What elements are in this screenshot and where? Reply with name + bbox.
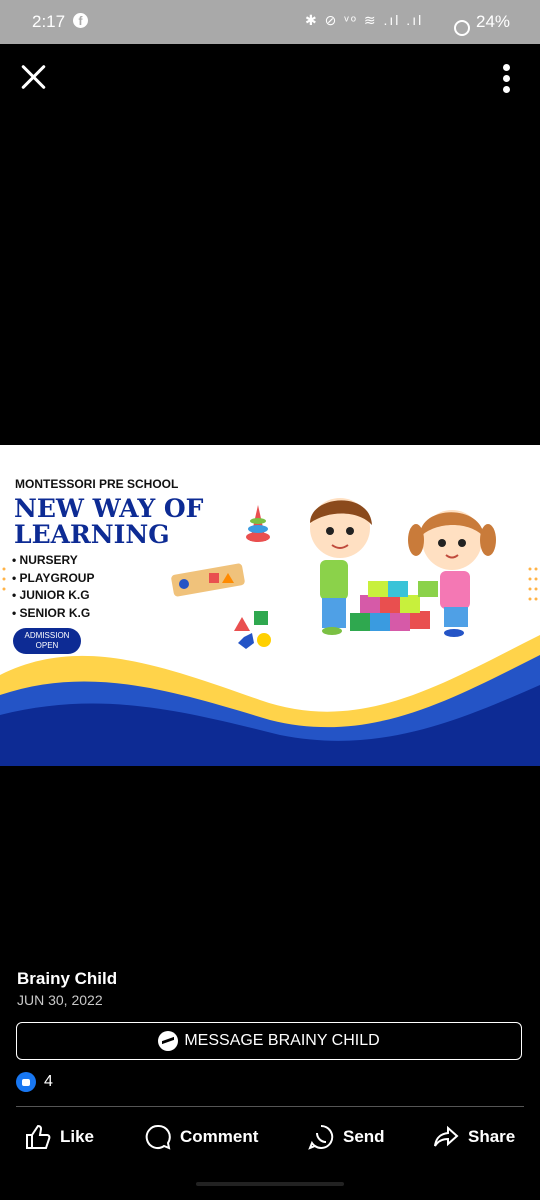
program-item: SENIOR K.G [12, 605, 94, 623]
more-vertical-icon[interactable] [503, 64, 511, 94]
send-label: Send [343, 1127, 385, 1146]
like-label: Like [60, 1127, 95, 1146]
facebook-icon: f [73, 13, 88, 28]
post-author[interactable]: Brainy Child [17, 969, 117, 989]
program-list: NURSERY PLAYGROUP JUNIOR K.G SENIOR K.G [12, 552, 95, 623]
whatsapp-icon [308, 1124, 334, 1150]
photo-headline: NEW WAY OF LEARNING [14, 494, 204, 549]
reaction-summary[interactable]: 4 [16, 1072, 53, 1092]
like-count: 4 [44, 1073, 53, 1090]
battery-icon [454, 20, 470, 36]
program-item: JUNIOR K.G [12, 587, 94, 605]
like-reaction-icon [16, 1072, 36, 1092]
viewer-top-bar [0, 44, 540, 114]
post-date: JUN 30, 2022 [17, 992, 103, 1008]
close-icon[interactable] [20, 64, 46, 90]
stacking-toy-icon [246, 505, 270, 542]
program-item: PLAYGROUP [12, 570, 95, 588]
system-icons: ✱ ⊘ ᵛᵒ ≋ .ıl .ıl [305, 12, 424, 28]
messenger-icon [158, 1031, 179, 1051]
divider [16, 1106, 524, 1107]
admission-badge: ADMISSION OPEN [13, 628, 81, 654]
shapes-icon [234, 611, 271, 649]
battery-level: 24% [476, 12, 511, 31]
thumbs-up-icon [26, 1124, 51, 1149]
status-bar: 2:17 f ✱ ⊘ ᵛᵒ ≋ .ıl .ıl 24% [0, 0, 540, 44]
message-button-label: MESSAGE BRAINY CHILD [184, 1032, 380, 1049]
photo-pre-title: MONTESSORI PRE SCHOOL [15, 477, 179, 491]
send-button[interactable]: Send [307, 1118, 385, 1156]
comment-icon [145, 1124, 171, 1150]
message-button[interactable]: MESSAGE BRAINY CHILD [16, 1022, 522, 1060]
share-label: Share [468, 1127, 516, 1146]
status-time: 2:17 [32, 12, 66, 31]
program-item: NURSERY [12, 552, 94, 570]
share-icon [434, 1125, 459, 1147]
post-actions: Like Comment Send Share [0, 1118, 540, 1158]
comment-label: Comment [180, 1127, 259, 1146]
post-photo[interactable]: MONTESSORI PRE SCHOOL NEW WAY OF LEARNIN… [0, 445, 540, 766]
comment-button[interactable]: Comment [144, 1118, 258, 1156]
building-blocks [350, 581, 438, 631]
home-indicator[interactable] [196, 1182, 344, 1186]
like-button[interactable]: Like [24, 1118, 94, 1156]
shape-sorter-icon [171, 563, 245, 597]
share-button[interactable]: Share [432, 1118, 515, 1156]
